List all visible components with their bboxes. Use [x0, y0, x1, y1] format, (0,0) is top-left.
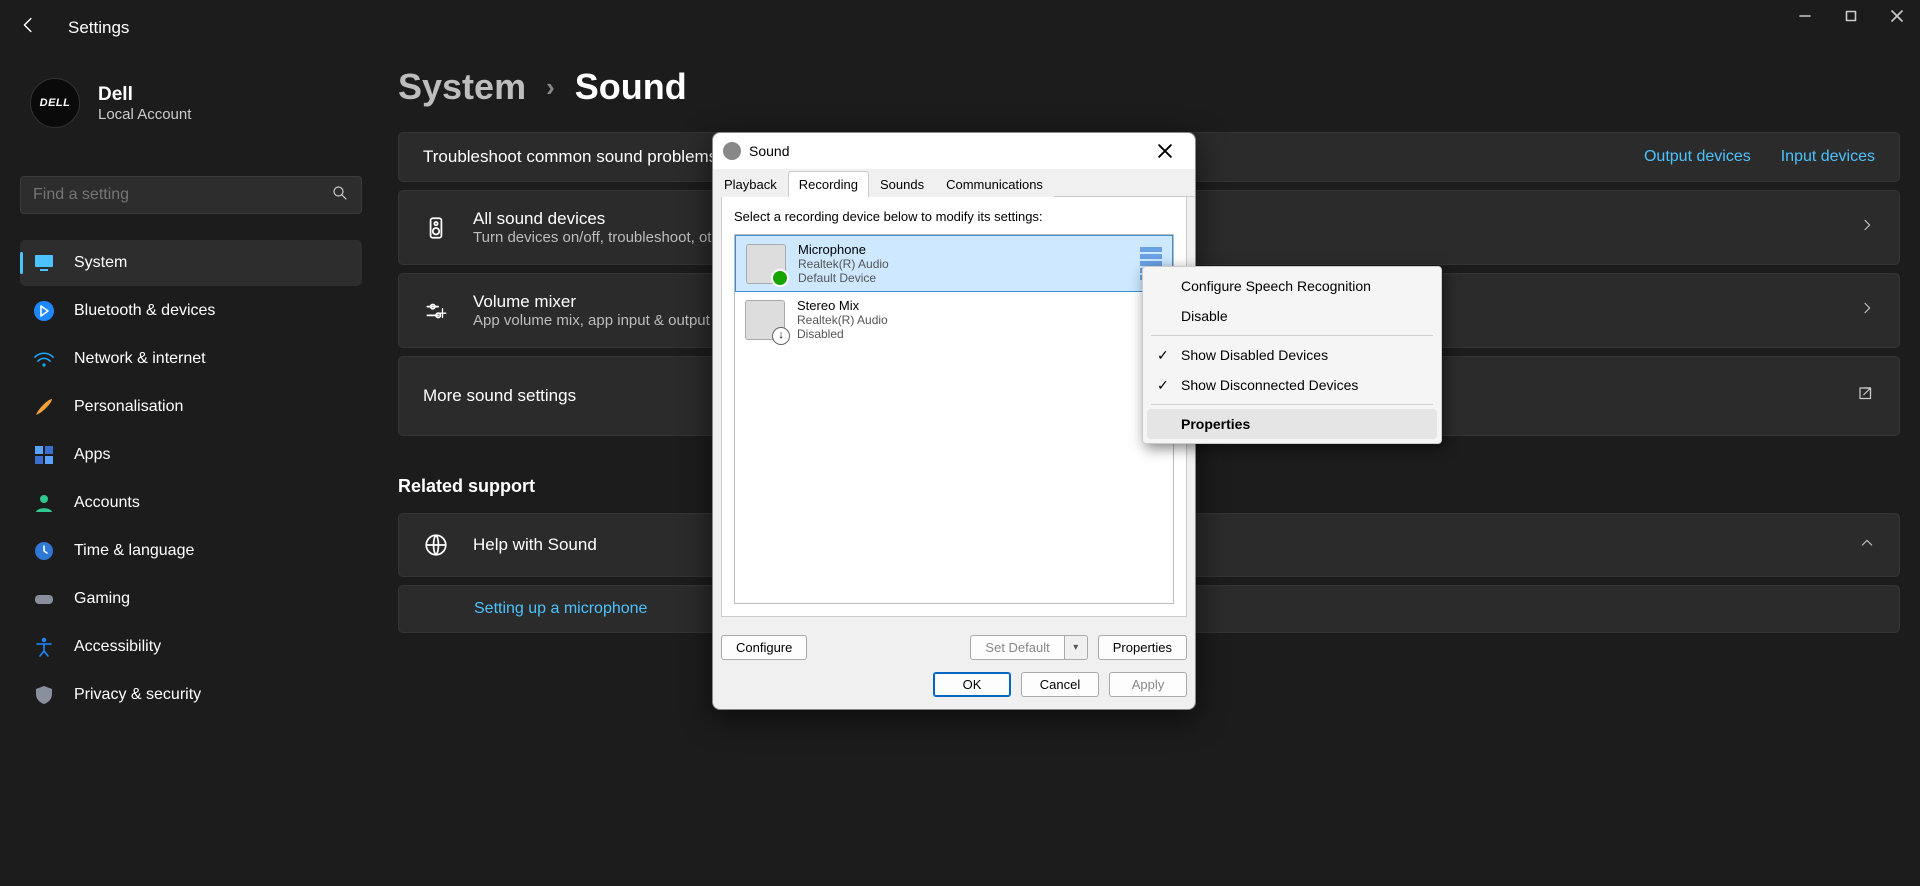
search-icon	[331, 184, 349, 207]
sidebar-item-time[interactable]: Time & language	[20, 528, 362, 574]
dialog-close-button[interactable]	[1145, 137, 1185, 165]
display-icon	[32, 251, 56, 275]
profile-name: Dell	[98, 84, 191, 106]
sidebar-item-label: System	[74, 254, 127, 272]
configure-button[interactable]: Configure	[721, 635, 807, 660]
sidebar-item-label: Accessibility	[74, 638, 161, 656]
chevron-right-icon	[1859, 217, 1875, 238]
link-input-devices[interactable]: Input devices	[1781, 148, 1875, 166]
check-icon: ✓	[1157, 377, 1169, 394]
sidebar-item-label: Personalisation	[74, 398, 183, 416]
sidebar-item-label: Apps	[74, 446, 110, 464]
search-box[interactable]	[20, 176, 362, 214]
ctx-show-disconnected[interactable]: ✓ Show Disconnected Devices	[1147, 370, 1437, 400]
apply-button[interactable]: Apply	[1109, 672, 1187, 697]
sound-tabs: Playback Recording Sounds Communications	[713, 169, 1195, 197]
device-status: Disabled	[797, 327, 888, 341]
tab-playback[interactable]: Playback	[713, 171, 788, 197]
properties-button[interactable]: Properties	[1098, 635, 1187, 660]
person-icon	[32, 491, 56, 515]
sidebar-item-accounts[interactable]: Accounts	[20, 480, 362, 526]
clock-icon	[32, 539, 56, 563]
device-name: Microphone	[798, 242, 889, 257]
app-title: Settings	[68, 18, 129, 38]
sidebar-item-personalisation[interactable]: Personalisation	[20, 384, 362, 430]
tab-communications[interactable]: Communications	[935, 171, 1054, 197]
sound-dialog: Sound Playback Recording Sounds Communic…	[712, 132, 1196, 710]
accessibility-icon	[32, 635, 56, 659]
globe-icon	[423, 532, 449, 558]
wifi-icon	[32, 347, 56, 371]
device-driver: Realtek(R) Audio	[798, 257, 889, 271]
tab-sounds[interactable]: Sounds	[869, 171, 935, 197]
ctx-label: Show Disabled Devices	[1181, 347, 1328, 363]
mixer-icon	[423, 298, 449, 324]
sidebar-item-label: Gaming	[74, 590, 130, 608]
page-title: Sound	[575, 66, 687, 108]
device-name: Stereo Mix	[797, 298, 888, 313]
minimize-button[interactable]	[1782, 0, 1828, 32]
sidebar-item-privacy[interactable]: Privacy & security	[20, 672, 362, 718]
link-output-devices[interactable]: Output devices	[1644, 148, 1751, 166]
ctx-configure-speech[interactable]: Configure Speech Recognition	[1147, 271, 1437, 301]
ctx-disable[interactable]: Disable	[1147, 301, 1437, 331]
microphone-icon	[746, 244, 786, 284]
device-status: Default Device	[798, 271, 889, 285]
back-button[interactable]	[18, 14, 40, 41]
breadcrumb-parent[interactable]: System	[398, 66, 526, 108]
ctx-separator	[1151, 404, 1433, 405]
close-button[interactable]	[1874, 0, 1920, 32]
sidebar-item-apps[interactable]: Apps	[20, 432, 362, 478]
sidebar-item-label: Network & internet	[74, 350, 206, 368]
brush-icon	[32, 395, 56, 419]
recording-device-list[interactable]: Microphone Realtek(R) Audio Default Devi…	[734, 234, 1174, 604]
device-context-menu: Configure Speech Recognition Disable ✓ S…	[1142, 266, 1442, 444]
search-input[interactable]	[33, 186, 331, 204]
recording-prompt: Select a recording device below to modif…	[734, 209, 1174, 224]
ok-button[interactable]: OK	[933, 672, 1011, 697]
sidebar-item-label: Time & language	[74, 542, 194, 560]
sidebar-item-network[interactable]: Network & internet	[20, 336, 362, 382]
chevron-down-icon[interactable]: ▾	[1064, 635, 1088, 660]
link-setup-microphone[interactable]: Setting up a microphone	[474, 600, 647, 618]
set-default-split-button[interactable]: Set Default ▾	[970, 635, 1087, 660]
ctx-properties[interactable]: Properties	[1147, 409, 1437, 439]
bluetooth-icon	[32, 299, 56, 323]
profile-block[interactable]: DELL Dell Local Account	[30, 78, 191, 128]
speaker-icon	[423, 215, 449, 241]
sound-dialog-title: Sound	[749, 143, 1145, 159]
profile-sub: Local Account	[98, 106, 191, 123]
open-external-icon	[1857, 385, 1875, 408]
sound-dialog-icon	[723, 142, 741, 160]
apps-icon	[32, 443, 56, 467]
chevron-right-icon: ›	[546, 72, 555, 103]
ctx-label: Show Disconnected Devices	[1181, 377, 1358, 393]
tab-recording[interactable]: Recording	[788, 171, 869, 197]
device-stereo-mix[interactable]: Stereo Mix Realtek(R) Audio Disabled	[735, 292, 1173, 348]
sidebar-item-label: Bluetooth & devices	[74, 302, 215, 320]
chevron-right-icon	[1859, 300, 1875, 321]
sidebar-item-gaming[interactable]: Gaming	[20, 576, 362, 622]
sidebar-item-label: Privacy & security	[74, 686, 201, 704]
chevron-up-icon	[1859, 535, 1875, 556]
soundcard-icon	[745, 300, 785, 340]
check-icon: ✓	[1157, 347, 1169, 364]
device-driver: Realtek(R) Audio	[797, 313, 888, 327]
breadcrumb: System › Sound	[398, 66, 1900, 108]
set-default-button[interactable]: Set Default	[970, 635, 1063, 660]
gamepad-icon	[32, 587, 56, 611]
sidebar-item-bluetooth[interactable]: Bluetooth & devices	[20, 288, 362, 334]
avatar: DELL	[30, 78, 80, 128]
sidebar-item-label: Accounts	[74, 494, 140, 512]
sidebar-item-accessibility[interactable]: Accessibility	[20, 624, 362, 670]
sidebar-item-system[interactable]: System	[20, 240, 362, 286]
ctx-show-disabled[interactable]: ✓ Show Disabled Devices	[1147, 340, 1437, 370]
cancel-button[interactable]: Cancel	[1021, 672, 1099, 697]
ctx-separator	[1151, 335, 1433, 336]
maximize-button[interactable]	[1828, 0, 1874, 32]
device-microphone[interactable]: Microphone Realtek(R) Audio Default Devi…	[735, 235, 1173, 292]
shield-icon	[32, 683, 56, 707]
